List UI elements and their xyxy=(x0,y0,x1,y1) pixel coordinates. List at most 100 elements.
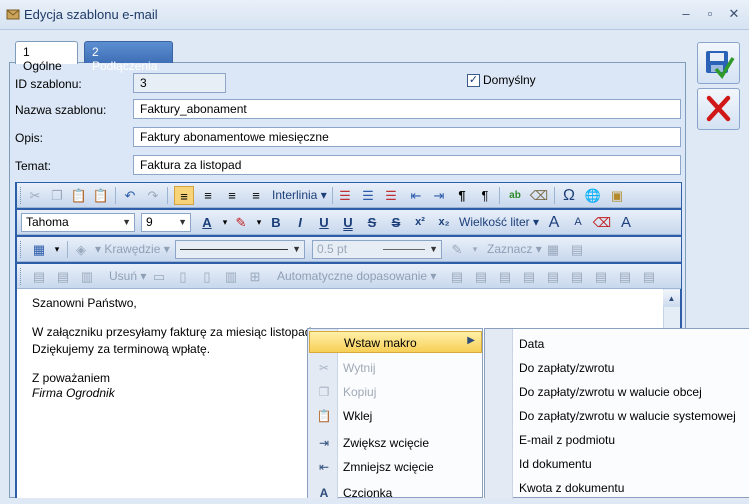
table-grid-icon[interactable]: ▦ xyxy=(543,240,563,259)
doc-line-closing: Z poważaniem xyxy=(32,371,111,385)
grow-font-icon[interactable]: A xyxy=(544,213,564,232)
redo-icon[interactable]: ↷ xyxy=(143,186,163,205)
insert-table-dropdown-icon[interactable]: ▾ xyxy=(47,240,67,259)
decrease-indent-icon[interactable]: ⇤ xyxy=(406,186,426,205)
bullet-list-icon[interactable]: ☰ xyxy=(358,186,378,205)
menu-item-paste[interactable]: 📋 Wklej xyxy=(309,405,482,427)
image-icon[interactable]: ▣ xyxy=(607,186,627,205)
clear-format-icon[interactable]: ⌫ xyxy=(592,213,612,232)
scroll-up-icon[interactable]: ▲ xyxy=(663,290,680,307)
hyperlink-icon[interactable]: 🌐 xyxy=(583,186,603,205)
align-left-icon[interactable]: ≡ xyxy=(174,186,194,205)
menu-item-decrease-indent[interactable]: ⇤ Zmniejsz wcięcie xyxy=(309,456,482,478)
minimize-button[interactable]: – xyxy=(676,5,696,23)
borders-dropdown[interactable]: ▾ Krawędzie ▾ xyxy=(95,242,170,256)
cancel-button[interactable] xyxy=(697,88,740,130)
font-size-select[interactable]: 9 ▼ xyxy=(141,213,191,232)
eraser-icon[interactable]: ⌫ xyxy=(529,186,549,205)
close-button[interactable]: ✕ xyxy=(724,5,744,23)
symbol-icon[interactable]: Ω xyxy=(559,186,579,205)
bold-button[interactable]: B xyxy=(266,213,286,232)
toolbar-grip xyxy=(20,268,23,285)
align-top-center-icon[interactable]: ▤ xyxy=(471,267,491,286)
double-underline-button[interactable]: U xyxy=(338,213,358,232)
font-dialog-icon[interactable]: A xyxy=(616,213,636,232)
font-color-icon[interactable]: A xyxy=(197,213,217,232)
name-input[interactable]: Faktury_abonament xyxy=(133,99,681,119)
tab-general[interactable]: 1 Ogólne xyxy=(15,41,78,73)
subject-input[interactable]: Faktura za listopad xyxy=(133,155,681,175)
submenu-item-date[interactable]: Data xyxy=(519,337,544,351)
paste-icon[interactable]: 📋 xyxy=(69,186,89,205)
delete-dropdown[interactable]: Usuń ▾ xyxy=(109,269,146,283)
shrink-font-icon[interactable]: A xyxy=(568,213,588,232)
align-bottom-center-icon[interactable]: ▤ xyxy=(615,267,635,286)
toolbar-edit: ✂ ❐ 📋 📋 ↶ ↷ ≡ ≡ ≡ ≡ Interlinia ▾ ☰ ☰ ☰ ⇤… xyxy=(17,183,681,208)
change-case-dropdown[interactable]: Wielkość liter ▾ xyxy=(459,215,539,229)
border-width-select[interactable]: 0.5 pt ▼ xyxy=(312,240,442,259)
subscript-button[interactable]: x₂ xyxy=(434,213,454,232)
table-properties-icon[interactable]: ▤ xyxy=(567,240,587,259)
merge-cells-icon[interactable]: ▭ xyxy=(149,267,169,286)
superscript-button[interactable]: x² xyxy=(410,213,430,232)
align-bottom-left-icon[interactable]: ▤ xyxy=(591,267,611,286)
highlight-icon[interactable]: ✎ xyxy=(231,213,251,232)
autofit-dropdown[interactable]: Automatyczne dopasowanie ▾ xyxy=(277,269,436,283)
split-cells-icon[interactable]: ▯ xyxy=(173,267,193,286)
menu-item-increase-indent[interactable]: ⇥ Zwiększ wcięcie xyxy=(309,432,482,454)
align-middle-left-icon[interactable]: ▤ xyxy=(519,267,539,286)
split-table-icon[interactable]: ▯ xyxy=(197,267,217,286)
menu-item-cut[interactable]: ✂ Wytnij xyxy=(309,357,482,379)
underline-button[interactable]: U xyxy=(314,213,334,232)
save-button[interactable] xyxy=(697,42,740,84)
submenu-item-amount-due-system[interactable]: Do zapłaty/zwrotu w walucie systemowej xyxy=(519,409,736,423)
insert-row-above-icon[interactable]: ▤ xyxy=(29,267,49,286)
tab-connections[interactable]: 2 Podłączenia xyxy=(84,41,173,73)
submenu-item-amount-due[interactable]: Do zapłaty/zwrotu xyxy=(519,361,614,375)
distribute-rows-icon[interactable]: ▥ xyxy=(221,267,241,286)
paste-special-icon[interactable]: 📋 xyxy=(91,186,111,205)
align-top-right-icon[interactable]: ▤ xyxy=(495,267,515,286)
description-input[interactable]: Faktury abonamentowe miesięczne xyxy=(133,127,681,147)
align-middle-center-icon[interactable]: ▤ xyxy=(543,267,563,286)
submenu-item-amount-due-foreign[interactable]: Do zapłaty/zwrotu w walucie obcej xyxy=(519,385,702,399)
multilevel-list-icon[interactable]: ☰ xyxy=(381,186,401,205)
menu-item-copy[interactable]: ❐ Kopiuj xyxy=(309,381,482,403)
undo-icon[interactable]: ↶ xyxy=(120,186,140,205)
align-bottom-right-icon[interactable]: ▤ xyxy=(639,267,659,286)
align-top-left-icon[interactable]: ▤ xyxy=(447,267,467,286)
align-right-icon[interactable]: ≡ xyxy=(222,186,242,205)
insert-column-icon[interactable]: ▥ xyxy=(77,267,97,286)
align-center-icon[interactable]: ≡ xyxy=(198,186,218,205)
insert-row-below-icon[interactable]: ▤ xyxy=(53,267,73,286)
maximize-button[interactable]: ▫ xyxy=(700,5,720,23)
copy-icon[interactable]: ❐ xyxy=(47,186,67,205)
numbered-list-icon[interactable]: ☰ xyxy=(335,186,355,205)
spellcheck-icon[interactable]: ab xyxy=(505,186,525,205)
menu-item-insert-macro[interactable]: Wstaw makro ▶ xyxy=(309,331,482,353)
cut-icon[interactable]: ✂ xyxy=(25,186,45,205)
line-spacing-dropdown[interactable]: Interlinia ▾ xyxy=(272,188,327,202)
default-checkbox[interactable]: ✓ xyxy=(467,74,480,87)
increase-indent-icon[interactable]: ⇥ xyxy=(429,186,449,205)
italic-button[interactable]: I xyxy=(290,213,310,232)
submenu-item-entity-email[interactable]: E-mail z podmiotu xyxy=(519,433,615,447)
align-middle-right-icon[interactable]: ▤ xyxy=(567,267,587,286)
strikethrough-button[interactable]: S xyxy=(362,213,382,232)
border-color-icon[interactable]: ✎ xyxy=(447,240,467,259)
submenu-item-document-amount[interactable]: Kwota z dokumentu xyxy=(519,481,624,495)
select-dropdown[interactable]: Zaznacz ▾ xyxy=(487,242,542,256)
justify-icon[interactable]: ≡ xyxy=(246,186,266,205)
font-name-select[interactable]: Tahoma ▼ xyxy=(21,213,135,232)
border-color-dropdown-icon[interactable]: ▾ xyxy=(465,240,485,259)
insert-table-icon[interactable]: ▦ xyxy=(29,240,49,259)
shading-icon[interactable]: ◈ xyxy=(71,240,91,259)
submenu-item-document-id[interactable]: Id dokumentu xyxy=(519,457,592,471)
distribute-columns-icon[interactable]: ⊞ xyxy=(245,267,265,286)
menu-item-font[interactable]: A Czcionka xyxy=(309,482,482,504)
border-style-select[interactable]: ▼ xyxy=(175,240,305,259)
double-strikethrough-button[interactable]: S xyxy=(386,213,406,232)
scissors-icon: ✂ xyxy=(318,361,330,375)
rtl-icon[interactable]: ¶ xyxy=(475,186,495,205)
paragraph-mark-icon[interactable]: ¶ xyxy=(452,186,472,205)
